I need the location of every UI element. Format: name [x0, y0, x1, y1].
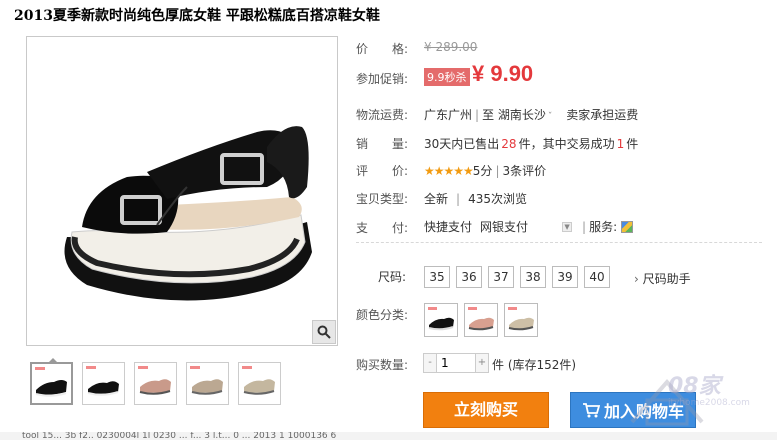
- size-option[interactable]: 36: [456, 266, 482, 288]
- star-rating-icon: ★★★★★: [424, 164, 474, 178]
- color-option-black[interactable]: [424, 303, 458, 337]
- service-label: 服务:: [589, 220, 618, 234]
- size-option[interactable]: 40: [584, 266, 610, 288]
- thumbnail-4[interactable]: [186, 362, 229, 405]
- quantity-input[interactable]: [436, 354, 476, 372]
- shipping-note: 卖家承担运费: [566, 108, 639, 122]
- size-helper-text: 尺码助手: [642, 272, 691, 286]
- payment-method-bank: 网银支付: [480, 220, 529, 234]
- sandal-thumb-image: [87, 381, 119, 396]
- quantity-stepper: - +: [423, 353, 489, 373]
- item-views: 435次浏览: [468, 192, 527, 206]
- sales-text-mid: 件，其中交易成功: [518, 137, 615, 151]
- service-badge-icon[interactable]: [621, 220, 634, 233]
- price-label: 价 格:: [356, 42, 409, 56]
- sandal-thumb-image: [243, 379, 275, 395]
- original-price: ¥ 289.00: [424, 40, 478, 54]
- logo-icon: [428, 307, 437, 310]
- quantity-decrease-button[interactable]: -: [424, 354, 436, 372]
- thumbnail-3[interactable]: [134, 362, 177, 405]
- thumbnail-2[interactable]: [82, 362, 125, 405]
- logo-icon: [138, 366, 148, 369]
- color-option-pink[interactable]: [464, 303, 498, 337]
- logo-icon: [86, 366, 96, 369]
- item-condition: 全新: [424, 192, 449, 206]
- zoom-button[interactable]: [312, 320, 336, 344]
- size-options: 35 36 37 38 39 40: [424, 266, 610, 288]
- size-label: 尺码:: [378, 270, 407, 284]
- rating-score: 5分: [472, 164, 493, 178]
- active-caret-icon: [48, 358, 58, 363]
- item-type-label: 宝贝类型:: [356, 192, 409, 206]
- promo-price: ¥ 9.90: [472, 61, 534, 86]
- size-option[interactable]: 35: [424, 266, 450, 288]
- size-option[interactable]: 39: [552, 266, 578, 288]
- chevron-down-icon[interactable]: ˇ: [548, 112, 553, 122]
- sales-info: 30天内已售出 28 件，其中交易成功 1 件: [424, 135, 638, 152]
- item-type-info: 全新 | 435次浏览: [424, 192, 527, 206]
- shipping-from: 广东广州: [424, 108, 473, 122]
- sales-text-post: 件: [626, 137, 639, 151]
- cart-icon: [582, 403, 600, 418]
- status-url-strip: tool 15... 3b f2.. 0230004l 1l 0230 ... …: [0, 432, 777, 440]
- color-option-beige[interactable]: [504, 303, 538, 337]
- shipping-label: 物流运费:: [356, 108, 409, 122]
- shipping-info: 广东广州 | 至 湖南长沙 ˇ 卖家承担运费: [424, 108, 639, 122]
- logo-icon: [468, 307, 477, 310]
- sandal-thumb-image: [139, 379, 171, 395]
- logo-icon: [508, 307, 517, 310]
- magnifier-icon: [317, 325, 331, 339]
- product-title: 2013夏季新款时尚纯色厚底女鞋 平跟松糕底百搭凉鞋女鞋: [14, 8, 380, 24]
- rating-label: 评 价:: [356, 164, 409, 178]
- size-helper-arrow-icon: ›: [634, 272, 639, 286]
- payment-label: 支 付:: [356, 221, 409, 235]
- dropdown-arrow-icon[interactable]: ▼: [562, 221, 573, 232]
- divider: [356, 242, 762, 243]
- shipping-destination[interactable]: 湖南长沙: [498, 108, 546, 122]
- watermark-text: 08家: [668, 374, 721, 399]
- color-options: [424, 303, 538, 337]
- buy-now-button[interactable]: 立刻购买: [423, 392, 549, 428]
- shipping-to-word: 至: [482, 108, 495, 122]
- size-option[interactable]: 38: [520, 266, 546, 288]
- sales-text-pre: 30天内已售出: [424, 137, 500, 151]
- sandal-image: [64, 126, 312, 301]
- sales-count: 28: [501, 137, 517, 151]
- logo-icon: [35, 367, 45, 370]
- thumbnail-5[interactable]: [238, 362, 281, 405]
- thumbnail-1[interactable]: [30, 358, 73, 405]
- logo-icon: [190, 366, 200, 369]
- main-product-image[interactable]: [26, 36, 338, 346]
- size-option[interactable]: 37: [488, 266, 514, 288]
- promo-badge: 9.9秒杀: [424, 68, 470, 86]
- sandal-thumb-image: [191, 379, 223, 395]
- quantity-increase-button[interactable]: +: [476, 354, 488, 372]
- quantity-label: 购买数量:: [356, 358, 409, 372]
- thumbnail-strip: [30, 358, 281, 405]
- rating-info: ★★★★★5分 | 3条评价: [424, 164, 547, 178]
- payment-method-quick: 快捷支付: [424, 220, 473, 234]
- sales-label: 销 量:: [356, 137, 409, 151]
- size-helper-link[interactable]: › 尺码助手: [634, 270, 691, 287]
- watermark-url: ityhome2008.com: [668, 398, 750, 408]
- logo-icon: [242, 366, 252, 369]
- color-label: 颜色分类:: [356, 308, 409, 322]
- reviews-link[interactable]: 3条评价: [502, 164, 546, 178]
- stock-info: 件 (库存152件): [492, 358, 577, 372]
- payment-methods[interactable]: 快捷支付 网银支付 ▼ | 服务:: [424, 218, 634, 235]
- sales-success-count: 1: [616, 137, 625, 151]
- promo-label: 参加促销:: [356, 72, 409, 86]
